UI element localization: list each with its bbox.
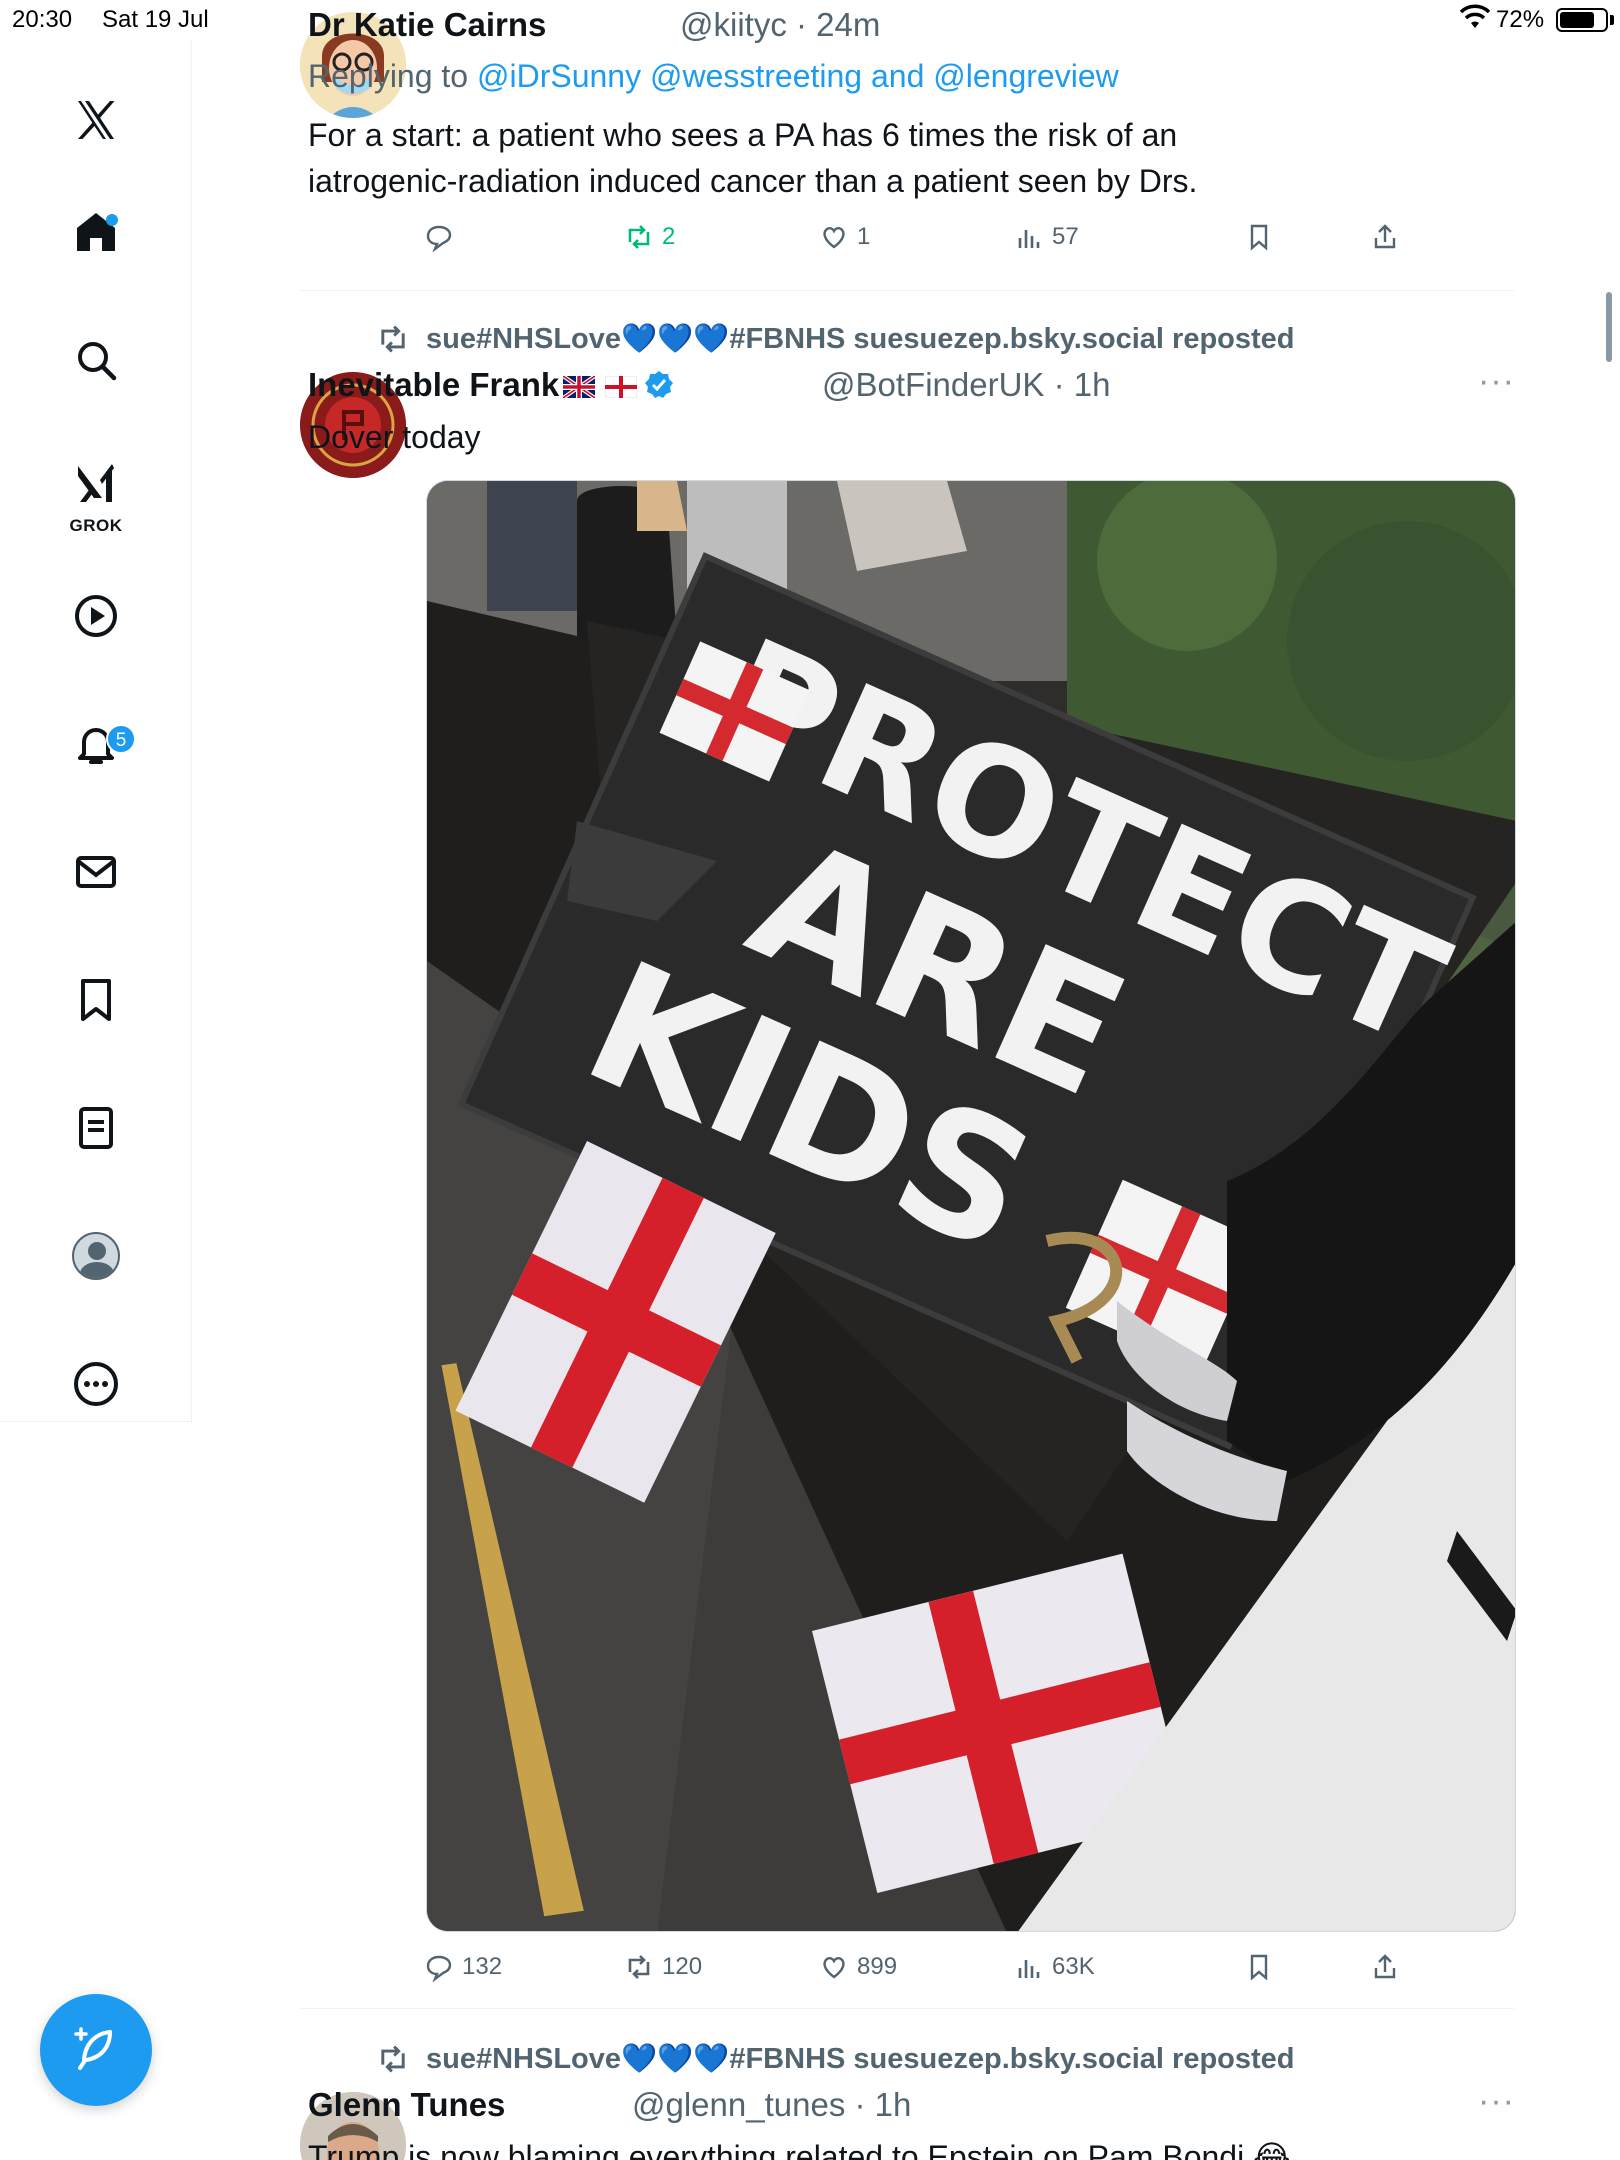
verified-badge-icon bbox=[645, 371, 674, 398]
view-count: 63K bbox=[1052, 1953, 1095, 1980]
home-unread-dot bbox=[106, 214, 118, 226]
reply-icon bbox=[426, 1955, 452, 1982]
more-options-button[interactable]: ··· bbox=[1478, 362, 1515, 401]
replying-to: Replying to @iDrSunny @wesstreeting and … bbox=[308, 58, 1119, 95]
heart-icon bbox=[823, 1956, 845, 1979]
tweet-photo[interactable]: PROTECT ARE KIDS bbox=[426, 480, 1516, 1932]
like-button[interactable]: 1 bbox=[819, 222, 870, 252]
tweet-divider bbox=[300, 2008, 1514, 2009]
like-count: 1 bbox=[857, 223, 871, 250]
views-button[interactable]: 63K bbox=[1014, 1952, 1095, 1982]
grok-label: GROK bbox=[69, 516, 123, 535]
status-time: 20:30 bbox=[12, 6, 73, 33]
share-button[interactable] bbox=[1370, 222, 1408, 252]
author-name[interactable]: Glenn Tunes bbox=[308, 2086, 505, 2124]
reply-button[interactable]: 132 bbox=[424, 1952, 502, 1982]
reposted-by[interactable]: sue#NHSLove💙💙💙#FBNHS suesuezep.bsky.soci… bbox=[426, 2042, 1295, 2076]
compose-post-button[interactable] bbox=[40, 1994, 152, 2106]
uk-flag-icon bbox=[563, 376, 596, 398]
views-chart-icon bbox=[1018, 230, 1040, 248]
reply-icon bbox=[426, 225, 452, 252]
england-flag-icon bbox=[605, 376, 638, 398]
like-count: 899 bbox=[857, 1953, 898, 1980]
bookmark-icon bbox=[1250, 224, 1268, 251]
tweet-actions: 132 120 899 63K bbox=[424, 1952, 1604, 1992]
grok-icon[interactable] bbox=[66, 452, 126, 512]
repost-button[interactable]: 2 bbox=[624, 222, 675, 252]
repost-count: 2 bbox=[662, 223, 676, 250]
reply-button[interactable] bbox=[424, 222, 462, 252]
more-options-button[interactable]: ··· bbox=[1478, 2082, 1515, 2121]
reposted-by[interactable]: sue#NHSLove💙💙💙#FBNHS suesuezep.bsky.soci… bbox=[426, 322, 1295, 356]
replying-to-handles[interactable]: @iDrSunny @wesstreeting and @lengreview bbox=[477, 58, 1119, 94]
like-button[interactable]: 899 bbox=[819, 1952, 897, 1982]
heart-icon bbox=[823, 226, 845, 249]
reposted-indicator-icon bbox=[381, 2045, 405, 2073]
notifications-badge: 5 bbox=[106, 724, 136, 754]
profile-avatar-icon bbox=[72, 1232, 120, 1280]
video-play-icon[interactable] bbox=[66, 586, 126, 646]
tweet-text: Dover today bbox=[308, 419, 481, 455]
bookmark-icon bbox=[1250, 1954, 1268, 1981]
home-icon[interactable] bbox=[66, 202, 126, 262]
share-icon bbox=[1374, 1954, 1396, 1979]
x-logo-icon[interactable] bbox=[66, 90, 126, 150]
scrollbar[interactable] bbox=[1606, 292, 1612, 362]
sidebar-nav: GROK 5 bbox=[0, 40, 192, 1422]
view-count: 57 bbox=[1052, 223, 1079, 250]
lists-icon[interactable] bbox=[66, 1098, 126, 1158]
bookmark-button[interactable] bbox=[1244, 222, 1282, 252]
profile-nav[interactable] bbox=[66, 1226, 126, 1286]
share-icon bbox=[1374, 224, 1396, 249]
share-button[interactable] bbox=[1370, 1952, 1408, 1982]
repost-icon bbox=[628, 225, 650, 249]
tweet-actions: 2 1 57 bbox=[424, 222, 1604, 262]
messages-envelope-icon[interactable] bbox=[66, 842, 126, 902]
author-name[interactable]: Inevitable Frank bbox=[308, 366, 675, 404]
bookmarks-icon[interactable] bbox=[66, 970, 126, 1030]
author-handle-time[interactable]: @glenn_tunes · 1h bbox=[632, 2086, 911, 2124]
views-button[interactable]: 57 bbox=[1014, 222, 1079, 252]
repost-count: 120 bbox=[662, 1953, 703, 1980]
more-options-icon[interactable] bbox=[66, 1354, 126, 1414]
reply-count: 132 bbox=[462, 1953, 503, 1980]
bookmark-button[interactable] bbox=[1244, 1952, 1282, 1982]
author-handle-time[interactable]: @BotFinderUK · 1h bbox=[822, 366, 1110, 404]
author-name-text: Inevitable Frank bbox=[308, 366, 560, 403]
replying-to-prefix: Replying to bbox=[308, 58, 477, 94]
author-name[interactable]: Dr Katie Cairns bbox=[308, 6, 546, 44]
views-chart-icon bbox=[1018, 1960, 1040, 1978]
timeline: Dr Katie Cairns @kiityc · 24m Replying t… bbox=[192, 0, 1592, 2160]
tweet-text: For a start: a patient who sees a PA has… bbox=[308, 117, 1198, 199]
compose-feather-icon bbox=[74, 2027, 112, 2070]
tweet-text: Trump is now blaming everything related … bbox=[308, 2139, 1291, 2160]
tweet-divider bbox=[300, 290, 1514, 291]
repost-icon bbox=[628, 1955, 650, 1979]
author-handle-time[interactable]: @kiityc · 24m bbox=[680, 6, 880, 44]
reposted-indicator-icon bbox=[381, 325, 405, 353]
search-icon[interactable] bbox=[66, 330, 126, 390]
repost-button[interactable]: 120 bbox=[624, 1952, 702, 1982]
